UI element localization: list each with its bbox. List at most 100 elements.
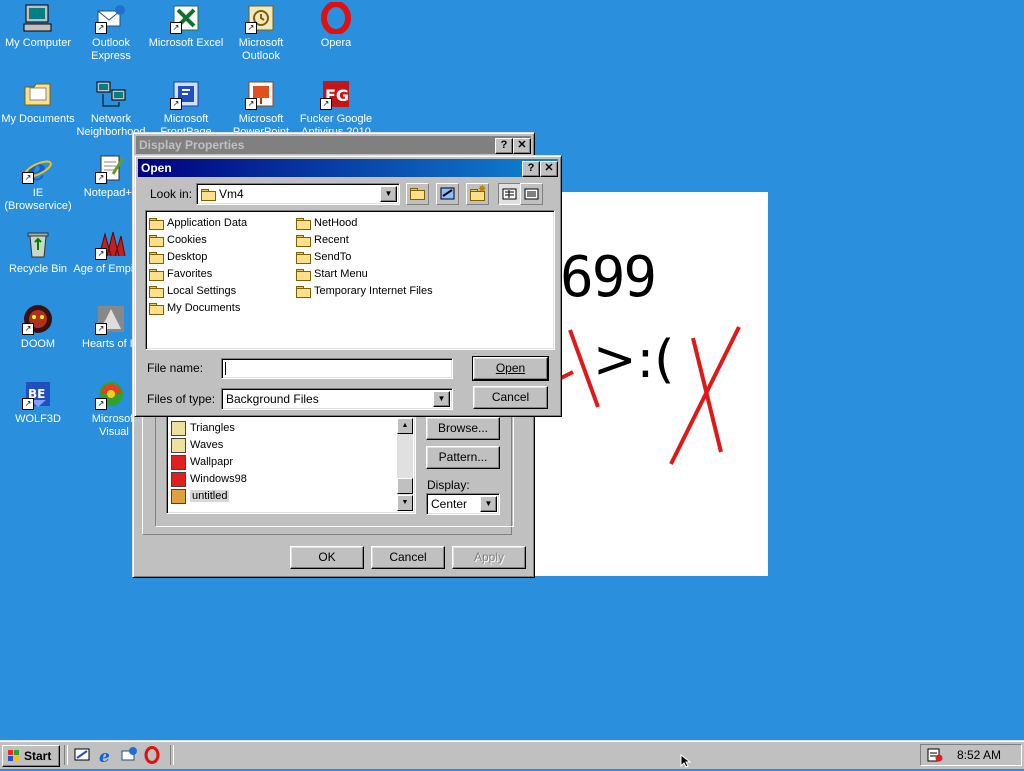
desktop-icon-powerpoint[interactable]: ↗ Microsoft PowerPoint (223, 78, 299, 132)
desktop-icon-network-neighborhood[interactable]: Network Neighborhood (73, 78, 149, 139)
folder-icon (296, 251, 311, 264)
show-desktop-icon[interactable] (74, 747, 90, 763)
wallpaper-file-icon (171, 437, 186, 453)
network-icon (95, 78, 127, 110)
svg-text:e: e (99, 747, 110, 764)
file-name-label: File name: (147, 361, 204, 375)
scroll-down-arrow-icon[interactable]: ▼ (397, 495, 413, 511)
taskbar-divider (64, 745, 68, 765)
folder-item[interactable]: Local Settings (149, 283, 236, 299)
wallpaper-listbox[interactable]: Triangles Waves Wallpapr Windows98 untit… (166, 415, 416, 514)
open-button[interactable]: Open (472, 356, 549, 381)
browse-button[interactable]: Browse... (426, 417, 500, 440)
desktop-icon-opera[interactable]: Opera (298, 2, 374, 50)
start-button[interactable]: Start (2, 745, 60, 767)
frontpage-icon: ↗ (170, 78, 202, 110)
chevron-down-icon[interactable]: ▼ (480, 496, 497, 512)
list-item[interactable]: Wallpapr (171, 454, 233, 470)
desktop-icon-recycle-bin[interactable]: Recycle Bin (0, 228, 76, 276)
files-of-type-label: Files of type: (147, 392, 216, 406)
files-of-type-select[interactable]: Background Files ▼ (221, 388, 453, 410)
list-item[interactable]: Windows98 (171, 471, 247, 487)
desktop-icon-my-computer[interactable]: My Computer (0, 2, 76, 50)
help-button[interactable]: ? (522, 161, 540, 177)
desktop-icon-outlook[interactable]: ↗ Microsoft Outlook (223, 2, 299, 63)
folder-item-label: Favorites (167, 268, 213, 280)
apply-button[interactable]: Apply (452, 546, 526, 569)
desktop-icon-doom[interactable]: ↗ DOOM (0, 303, 76, 351)
pattern-button[interactable]: Pattern... (426, 446, 500, 469)
folder-icon (149, 217, 164, 230)
window-title: Open (141, 161, 172, 175)
help-button[interactable]: ? (495, 138, 513, 154)
cancel-button[interactable]: Cancel (371, 546, 445, 569)
file-list[interactable]: Application Data Cookies Desktop Favorit… (145, 210, 555, 350)
desktop-icon-label: IE (Browservice) (4, 187, 72, 212)
folder-item[interactable]: Temporary Internet Files (296, 283, 433, 299)
list-item-selected[interactable]: untitled (171, 488, 230, 504)
opera-file-icon (171, 471, 186, 487)
open-dialog-titlebar[interactable]: Open ? ✕ (138, 159, 558, 177)
desktop-icon-label: Notepad++ (83, 187, 139, 199)
folder-item[interactable]: NetHood (296, 215, 357, 231)
scroll-thumb[interactable] (397, 478, 413, 494)
excel-icon: ↗ (170, 2, 202, 34)
folder-item[interactable]: Cookies (149, 232, 207, 248)
opera-icon (320, 2, 352, 34)
desktop-icon-wolf3d[interactable]: BE ↗ WOLF3D (0, 378, 76, 426)
desktop-icon-label: Opera (320, 37, 352, 49)
scroll-up-arrow-icon[interactable]: ▲ (397, 418, 413, 434)
folder-item-label: Cookies (167, 234, 207, 246)
folder-item[interactable]: Application Data (149, 215, 247, 231)
taskbar-divider (170, 745, 174, 765)
desktop-icon-frontpage[interactable]: ↗ Microsoft FrontPage (148, 78, 224, 132)
wallpaper-image: 699 >:( (533, 192, 768, 576)
folder-item[interactable]: Favorites (149, 266, 212, 282)
desktop-icon-ie[interactable]: e ↗ IE (Browservice) (0, 152, 76, 213)
listbox-scrollbar[interactable]: ▲ ▼ (397, 418, 413, 511)
outlook-express-icon[interactable] (120, 746, 138, 764)
clock[interactable]: 8:52 AM (957, 745, 1001, 765)
desktop-icon-outlook-express[interactable]: ↗ Outlook Express (73, 2, 149, 63)
details-view-icon[interactable] (520, 183, 543, 205)
cancel-button[interactable]: Cancel (473, 386, 548, 409)
new-folder-icon[interactable]: ✸ (466, 183, 489, 205)
desktop-icon-label: Microsoft FrontPage (160, 113, 212, 132)
chevron-down-icon[interactable]: ▼ (433, 391, 450, 407)
list-item[interactable]: Waves (171, 437, 223, 453)
folder-item[interactable]: Desktop (149, 249, 207, 265)
up-one-level-icon[interactable] (406, 183, 429, 205)
display-mode-select[interactable]: Center ▼ (426, 493, 500, 515)
folder-item[interactable]: Start Menu (296, 266, 368, 282)
visual-interdev-icon: ↗ (95, 378, 127, 410)
desktop-icon-fucker-google-antivirus[interactable]: FG ↗ Fucker Google Antivirus 2010 (298, 78, 374, 132)
desktop-icon-my-documents[interactable]: My Documents (0, 78, 76, 126)
opera-icon[interactable] (143, 746, 161, 764)
folder-item[interactable]: SendTo (296, 249, 351, 265)
internet-explorer-icon[interactable]: e (97, 746, 115, 767)
desktop-icon-excel[interactable]: ↗ Microsoft Excel (148, 2, 224, 50)
my-computer-icon (22, 2, 54, 34)
scheduler-icon[interactable] (927, 747, 943, 769)
folder-item[interactable]: Recent (296, 232, 349, 248)
display-label: Display: (427, 478, 470, 492)
look-in-select[interactable]: Vm4 ▼ (196, 183, 400, 205)
folder-item-label: NetHood (314, 217, 358, 229)
folder-item[interactable]: My Documents (149, 300, 240, 316)
window-title: Display Properties (139, 138, 245, 152)
ok-button[interactable]: OK (290, 546, 364, 569)
file-name-input[interactable] (221, 358, 453, 379)
close-button[interactable]: ✕ (540, 161, 558, 177)
list-item[interactable]: Triangles (171, 420, 235, 436)
list-view-icon[interactable] (498, 183, 521, 205)
folder-icon (22, 78, 54, 110)
folder-item-label: Recent (314, 234, 349, 246)
close-button[interactable]: ✕ (513, 138, 531, 154)
folder-icon (149, 302, 164, 315)
wallpaper-file-icon (171, 420, 186, 436)
outlook-icon: ↗ (245, 2, 277, 34)
display-properties-titlebar[interactable]: Display Properties ? ✕ (136, 136, 531, 154)
chevron-down-icon[interactable]: ▼ (380, 186, 397, 202)
taskbar: Start e 8:52 AM (0, 740, 1024, 769)
desktop-nav-icon[interactable] (436, 183, 459, 205)
